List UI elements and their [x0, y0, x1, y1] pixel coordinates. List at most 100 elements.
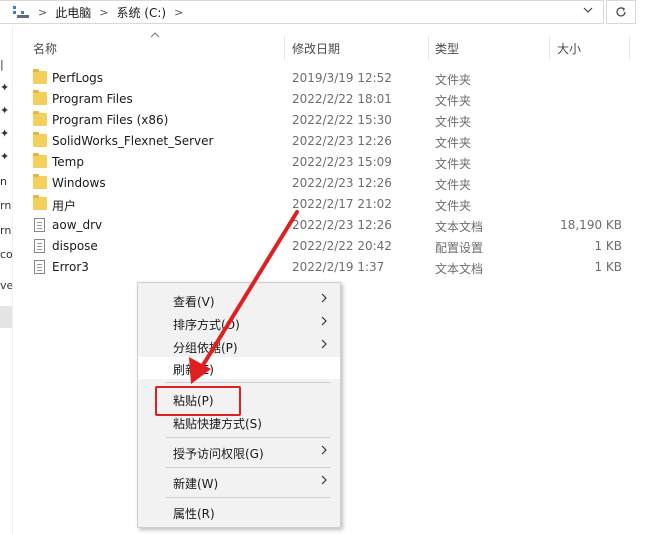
column-divider[interactable]	[549, 36, 550, 60]
file-type: 配置设置	[435, 241, 484, 255]
file-modified: 2022/2/23 12:26	[292, 218, 392, 232]
list-item[interactable]: PerfLogs 2019/3/19 12:52 文件夹	[30, 68, 630, 89]
menu-item-label: 排序方式(O)	[173, 318, 240, 332]
list-item[interactable]: aow_drv 2022/2/23 12:26 文本文档 18,190 KB	[30, 215, 630, 236]
file-name: Windows	[52, 176, 106, 190]
menu-item-refresh[interactable]: 刷新(E)	[138, 357, 340, 379]
navigation-pane[interactable]: | ✦ ✦ ✦ ✦ n rn rn co ve	[0, 26, 13, 534]
file-size: 1 KB	[594, 239, 622, 253]
folder-icon	[33, 90, 47, 105]
file-modified: 2022/2/23 12:26	[292, 134, 392, 148]
file-modified: 2022/2/17 21:02	[292, 197, 392, 211]
menu-item-label: 新建(W)	[173, 477, 219, 491]
breadcrumb-this-pc[interactable]: 此电脑	[55, 4, 91, 21]
text-file-icon	[34, 218, 45, 232]
sort-ascending-icon	[150, 30, 160, 41]
list-item[interactable]: Windows 2022/2/23 12:26 文件夹	[30, 173, 630, 194]
chevron-right-icon	[320, 473, 328, 487]
file-type: 文本文档	[435, 220, 484, 234]
menu-item-label: 查看(V)	[173, 295, 215, 309]
list-item[interactable]: Error3 2022/2/19 1:37 文本文档 1 KB	[30, 257, 630, 278]
folder-icon	[33, 195, 47, 210]
pin-icon: ✦	[0, 104, 10, 117]
pin-icon: ✦	[0, 127, 10, 140]
menu-item-view[interactable]: 查看(V)	[138, 289, 340, 311]
config-file-icon	[34, 239, 45, 253]
list-item[interactable]: 用户 2022/2/17 21:02 文件夹	[30, 194, 630, 215]
column-header-size[interactable]: 大小	[557, 40, 581, 58]
list-item[interactable]: Program Files (x86) 2022/2/22 15:30 文件夹	[30, 110, 630, 131]
menu-separator	[166, 497, 330, 498]
file-name: Program Files (x86)	[52, 113, 169, 127]
chevron-right-icon	[320, 443, 328, 457]
folder-icon	[33, 174, 47, 189]
column-divider[interactable]	[284, 36, 285, 60]
folder-icon	[33, 132, 47, 147]
file-type: 文件夹	[435, 115, 472, 129]
file-modified: 2022/2/22 18:01	[292, 92, 392, 106]
menu-item-label: 刷新(E)	[173, 363, 214, 377]
menu-item-group-by[interactable]: 分组依据(P)	[138, 335, 340, 357]
file-name: Temp	[52, 155, 84, 169]
file-type: 文件夹	[435, 157, 472, 171]
file-modified: 2022/2/22 15:30	[292, 113, 392, 127]
folder-icon	[33, 111, 47, 126]
pin-icon: ✦	[0, 81, 10, 94]
menu-separator	[166, 437, 330, 438]
file-type: 文件夹	[435, 178, 472, 192]
folder-icon	[33, 153, 47, 168]
column-header-name[interactable]: 名称	[33, 40, 57, 58]
file-type: 文件夹	[435, 94, 472, 108]
text-file-icon	[34, 260, 45, 274]
nav-item-fragment[interactable]: n	[0, 175, 12, 188]
file-size: 1 KB	[594, 260, 622, 274]
menu-item-label: 授予访问权限(G)	[173, 447, 264, 461]
list-item[interactable]: SolidWorks_Flexnet_Server 2022/2/23 12:2…	[30, 131, 630, 152]
highlight-box	[155, 386, 241, 416]
column-header-modified[interactable]: 修改日期	[292, 40, 340, 58]
nav-item-fragment[interactable]: rn	[0, 199, 12, 212]
pane-divider	[12, 26, 13, 534]
chevron-down-icon[interactable]	[583, 5, 593, 18]
vertical-scrollbar[interactable]	[661, 28, 671, 534]
file-type: 文件夹	[435, 73, 472, 87]
nav-item-fragment[interactable]: rn	[0, 224, 12, 237]
file-name: 用户	[52, 199, 77, 213]
nav-item-fragment[interactable]: ve	[0, 279, 12, 292]
file-type: 文本文档	[435, 262, 484, 276]
menu-item-label: 属性(R)	[173, 507, 215, 521]
refresh-icon	[616, 7, 626, 17]
menu-item-label: 分组依据(P)	[173, 341, 238, 355]
file-type: 文件夹	[435, 136, 472, 150]
folder-icon	[33, 69, 47, 84]
address-bar[interactable]: > 此电脑 > 系统 (C:) >	[0, 0, 604, 24]
menu-item-new[interactable]: 新建(W)	[138, 471, 340, 493]
chevron-right-icon	[320, 291, 328, 305]
file-modified: 2022/2/23 15:09	[292, 155, 392, 169]
menu-separator	[166, 382, 330, 383]
menu-separator	[166, 467, 330, 468]
file-modified: 2022/2/23 12:26	[292, 176, 392, 190]
menu-item-sort-by[interactable]: 排序方式(O)	[138, 312, 340, 334]
nav-item-fragment[interactable]: co	[0, 248, 12, 261]
file-name: dispose	[52, 239, 98, 253]
menu-item-properties[interactable]: 属性(R)	[138, 501, 340, 523]
column-divider[interactable]	[428, 36, 429, 60]
file-name: SolidWorks_Flexnet_Server	[52, 134, 214, 148]
file-modified: 2022/2/19 1:37	[292, 260, 385, 274]
list-item[interactable]: dispose 2022/2/22 20:42 配置设置 1 KB	[30, 236, 630, 257]
file-size: 18,190 KB	[560, 218, 622, 232]
menu-item-give-access[interactable]: 授予访问权限(G)	[138, 441, 340, 463]
list-item[interactable]: Temp 2022/2/23 15:09 文件夹	[30, 152, 630, 173]
breadcrumb-separator: >	[99, 5, 109, 19]
breadcrumb-drive-c[interactable]: 系统 (C:)	[116, 4, 166, 21]
refresh-button[interactable]	[606, 0, 636, 24]
column-divider[interactable]	[629, 36, 630, 60]
nav-selected-item[interactable]	[0, 306, 12, 328]
file-name: aow_drv	[52, 218, 103, 232]
file-name: Error3	[52, 260, 89, 274]
chevron-right-icon	[320, 314, 328, 328]
pin-icon: ✦	[0, 150, 10, 163]
list-item[interactable]: Program Files 2022/2/22 18:01 文件夹	[30, 89, 630, 110]
column-header-type[interactable]: 类型	[435, 40, 459, 58]
